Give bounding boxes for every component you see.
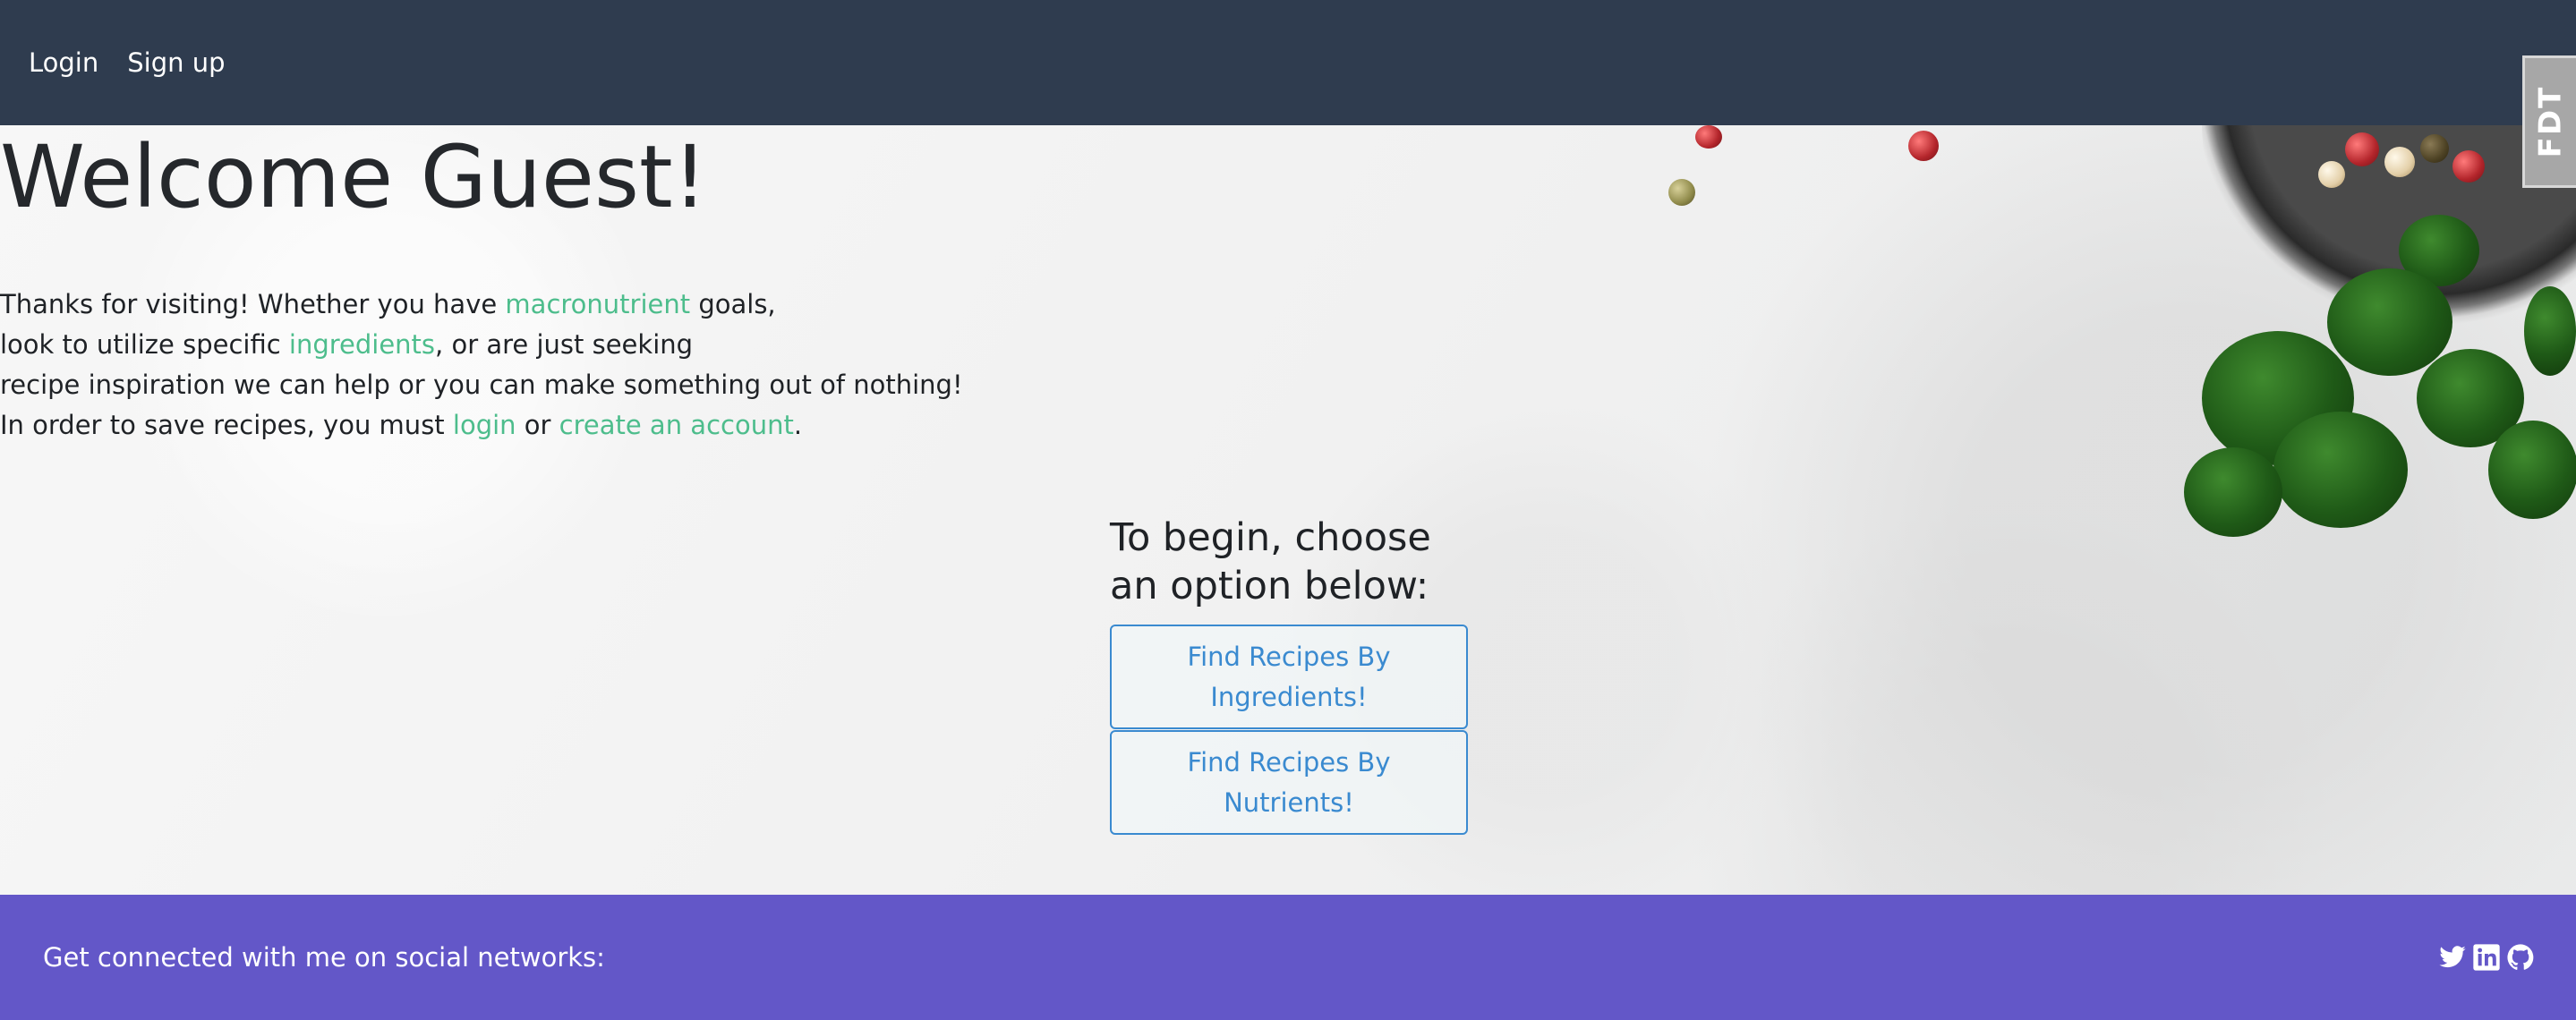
peppercorn-image [1695, 125, 1722, 149]
intro-line: Thanks for visiting! Whether you have ma… [0, 285, 963, 325]
parsley-image [2273, 412, 2408, 528]
login-inline-link[interactable]: login [453, 410, 516, 440]
peppercorn-image [2384, 147, 2415, 177]
twitter-icon[interactable] [2438, 943, 2467, 972]
peppercorn-image [2420, 134, 2449, 163]
parsley-image [2524, 286, 2576, 376]
login-link[interactable]: Login [29, 49, 98, 76]
intro-paragraph: Thanks for visiting! Whether you have ma… [0, 285, 963, 446]
footer-text: Get connected with me on social networks… [43, 942, 605, 973]
intro-text: goals, [690, 289, 776, 319]
peppercorn-image [2318, 161, 2345, 188]
intro-line: look to utilize specific ingredients, or… [0, 325, 963, 365]
begin-heading: To begin, choose an option below: [1110, 515, 1431, 608]
parsley-image [2327, 268, 2452, 376]
parsley-image [2184, 447, 2282, 537]
peppercorn-image [1908, 131, 1939, 161]
github-icon[interactable] [2506, 943, 2535, 972]
intro-line: recipe inspiration we can help or you ca… [0, 370, 963, 400]
peppercorn-image [2452, 150, 2485, 183]
intro-text: In order to save recipes, you must [0, 410, 453, 440]
fdt-extension-badge[interactable]: FDT [2522, 55, 2576, 188]
linkedin-icon[interactable] [2472, 943, 2501, 972]
intro-text: Thanks for visiting! Whether you have [0, 289, 506, 319]
find-by-ingredients-button[interactable]: Find Recipes By Ingredients! [1110, 625, 1468, 729]
parsley-image [2488, 421, 2576, 519]
page-title: Welcome Guest! [0, 127, 708, 227]
peppercorn-image [1668, 179, 1695, 206]
intro-text: look to utilize specific [0, 329, 289, 360]
fdt-badge-label: FDT [2532, 85, 2569, 158]
intro-text: , or are just seeking [435, 329, 694, 360]
signup-link[interactable]: Sign up [127, 49, 225, 76]
macronutrient-link[interactable]: macronutrient [505, 289, 690, 319]
ingredients-link[interactable]: ingredients [289, 329, 435, 360]
footer: Get connected with me on social networks… [0, 895, 2576, 1020]
navbar: Login Sign up [0, 0, 2576, 125]
create-account-link[interactable]: create an account [559, 410, 794, 440]
find-by-nutrients-button[interactable]: Find Recipes By Nutrients! [1110, 730, 1468, 835]
intro-text: . [793, 410, 803, 440]
intro-line: In order to save recipes, you must login… [0, 405, 963, 446]
social-links [2438, 943, 2535, 972]
intro-text: or [516, 410, 559, 440]
peppercorn-image [2345, 132, 2379, 166]
